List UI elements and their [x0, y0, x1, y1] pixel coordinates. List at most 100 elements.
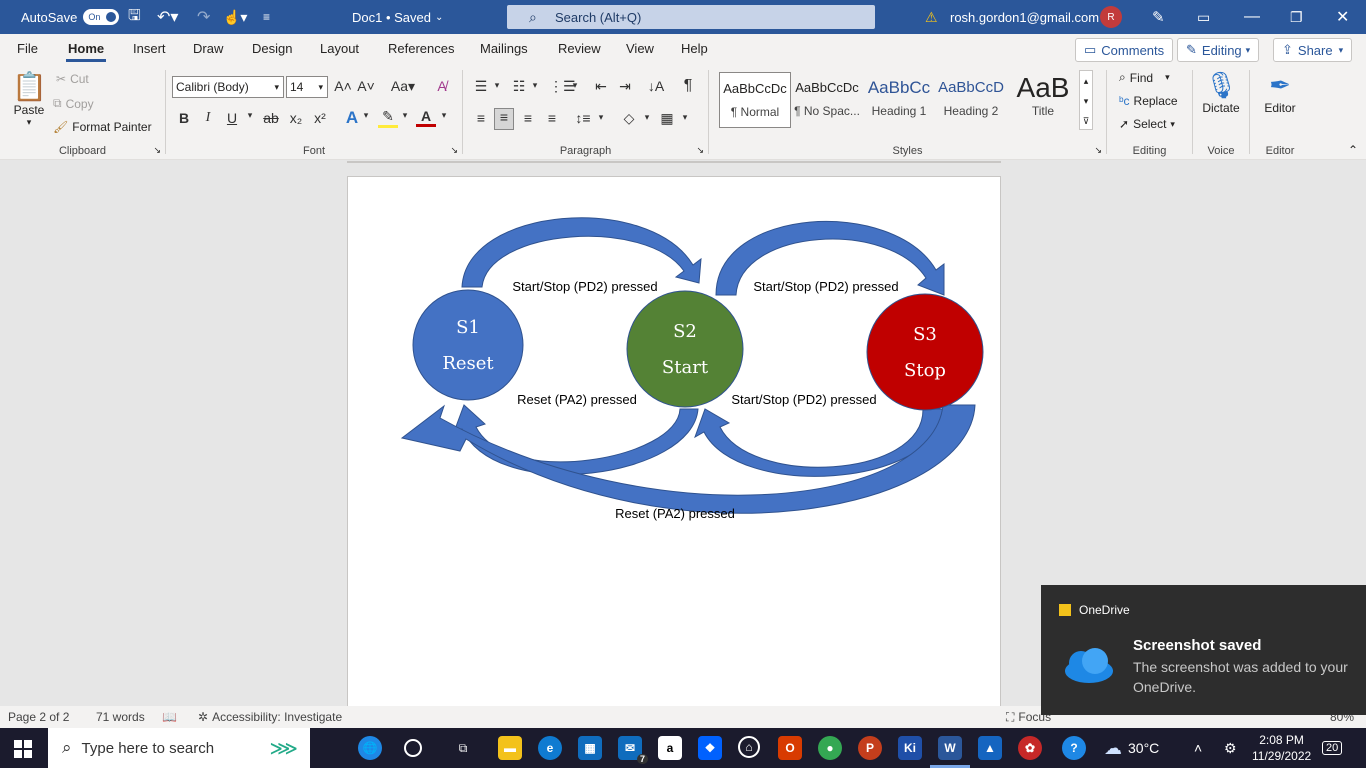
photos-icon[interactable]: ▲: [978, 736, 1002, 760]
collapse-ribbon-icon[interactable]: ⌃: [1348, 143, 1358, 157]
style-no-spacing[interactable]: AaBbCcDc ¶ No Spac...: [791, 72, 863, 128]
proofing-icon[interactable]: 📖: [162, 706, 177, 728]
undo-icon[interactable]: ↶▾: [157, 0, 178, 34]
styles-gallery-scroll[interactable]: ▴ ▾ ⊽: [1079, 70, 1093, 130]
office-icon[interactable]: O: [778, 736, 802, 760]
increase-indent-icon[interactable]: ⇥: [615, 78, 635, 95]
tab-references[interactable]: References: [388, 34, 454, 64]
onedrive-notification[interactable]: OneDrive Screenshot saved The screenshot…: [1041, 585, 1366, 715]
cortana-icon[interactable]: [404, 739, 422, 757]
ribbon-display-icon[interactable]: ▭: [1197, 0, 1210, 34]
tab-view[interactable]: View: [626, 34, 654, 64]
bold-icon[interactable]: B: [174, 110, 194, 126]
chevron-down-icon[interactable]: ▾: [525, 80, 545, 91]
help-icon[interactable]: ?: [1062, 736, 1086, 760]
kicad-icon[interactable]: Ki: [898, 736, 922, 760]
restore-icon[interactable]: ❐: [1290, 0, 1303, 34]
chevron-down-icon[interactable]: ▾: [637, 112, 657, 123]
comments-button[interactable]: ▭ Comments: [1075, 38, 1174, 62]
accessibility-status[interactable]: ✲ Accessibility: Investigate: [198, 706, 342, 728]
powerpoint-icon[interactable]: P: [858, 736, 882, 760]
replace-button[interactable]: ᵇc Replace: [1119, 94, 1178, 108]
tab-design[interactable]: Design: [252, 34, 292, 64]
account-email[interactable]: rosh.gordon1@gmail.com: [950, 0, 1099, 34]
store-icon[interactable]: ▦: [578, 736, 602, 760]
find-button[interactable]: ⌕ Find ▾: [1119, 70, 1170, 85]
strikethrough-icon[interactable]: ab: [261, 110, 281, 126]
notification-center-icon[interactable]: 20: [1322, 728, 1343, 768]
redo-icon[interactable]: ↷: [197, 0, 210, 34]
edge-icon[interactable]: e: [538, 736, 562, 760]
italic-icon[interactable]: I: [198, 110, 218, 126]
chrome-icon[interactable]: ●: [818, 736, 842, 760]
more-styles-icon[interactable]: ⊽: [1080, 111, 1092, 131]
arrow-s2-to-s1[interactable]: [453, 404, 699, 475]
tab-insert[interactable]: Insert: [133, 34, 166, 64]
tab-review[interactable]: Review: [558, 34, 601, 64]
chevron-down-icon[interactable]: ▾: [591, 112, 611, 123]
sort-icon[interactable]: ↓A: [646, 78, 666, 94]
designer-pen-icon[interactable]: ✎: [1152, 0, 1165, 34]
style-heading-1[interactable]: AaBbCc Heading 1: [863, 72, 935, 128]
dialog-launcher-icon[interactable]: ↘: [696, 145, 704, 156]
dictate-button[interactable]: 🎙 Dictate: [1193, 70, 1249, 115]
change-case-button[interactable]: Aa▾: [388, 78, 418, 95]
autosave-toggle[interactable]: On: [83, 9, 120, 25]
amazon-icon[interactable]: a: [658, 736, 682, 760]
autosave[interactable]: AutoSave On: [21, 0, 120, 34]
justify-icon[interactable]: ≡: [542, 110, 562, 126]
chevron-down-icon[interactable]: ▾: [395, 110, 415, 121]
chevron-down-icon[interactable]: ▾: [675, 112, 695, 123]
font-size-select[interactable]: 14 ▾: [286, 76, 328, 98]
chevron-down-icon[interactable]: ▾: [565, 80, 585, 91]
shrink-font-icon[interactable]: A˅: [356, 78, 376, 94]
superscript-icon[interactable]: x²: [310, 110, 330, 126]
style-normal[interactable]: AaBbCcDc ¶ Normal: [719, 72, 791, 128]
subscript-icon[interactable]: x₂: [286, 110, 306, 126]
chevron-down-icon[interactable]: ▾: [434, 110, 454, 121]
align-right-icon[interactable]: ≡: [518, 110, 538, 126]
tab-home[interactable]: Home: [65, 34, 107, 64]
style-title[interactable]: AaB Title: [1007, 72, 1079, 128]
chevron-down-icon[interactable]: ▾: [356, 110, 376, 121]
select-button[interactable]: ➚ Select ▾: [1119, 117, 1175, 131]
windows-start-icon[interactable]: [14, 740, 32, 758]
file-explorer-icon[interactable]: ▬: [498, 736, 522, 760]
share-button[interactable]: ⇪ Share ▾: [1273, 38, 1353, 62]
close-icon[interactable]: ✕: [1336, 0, 1349, 34]
touch-mode-icon[interactable]: ☝▾: [223, 0, 247, 34]
font-family-select[interactable]: Calibri (Body) ▾: [172, 76, 284, 98]
line-spacing-icon[interactable]: ↕≡: [573, 110, 593, 126]
task-view-icon[interactable]: ⧉: [451, 736, 475, 760]
align-left-icon[interactable]: ≡: [471, 110, 491, 126]
font-color-icon[interactable]: A: [416, 108, 436, 127]
word-count[interactable]: 71 words: [96, 706, 145, 728]
clear-formatting-icon[interactable]: A̸: [432, 78, 452, 94]
dropbox-icon[interactable]: ❖: [698, 736, 722, 760]
state-diagram[interactable]: S1 Reset S2 Start S3 Stop Start/Stop (PD2) pr…: [348, 177, 1002, 717]
arrow-s1-to-s2[interactable]: [461, 217, 702, 288]
tab-layout[interactable]: Layout: [320, 34, 359, 64]
format-painter-button[interactable]: 🖌 Format Painter: [53, 120, 152, 134]
cut-button[interactable]: ✂ Cut: [56, 72, 89, 86]
weather-widget[interactable]: ☁ 30°C: [1104, 728, 1159, 768]
tab-help[interactable]: Help: [681, 34, 708, 64]
warning-icon[interactable]: ⚠: [925, 0, 938, 34]
mail-icon[interactable]: ✉ 7: [618, 736, 648, 764]
state-s2[interactable]: S2 Start: [626, 290, 744, 408]
minimize-icon[interactable]: —: [1244, 0, 1260, 34]
save-icon[interactable]: 🖫: [128, 0, 141, 34]
pilcrow-icon[interactable]: ¶: [678, 77, 698, 95]
taskbar-search-input[interactable]: ⌕ Type here to search ⋙: [48, 728, 310, 768]
scroll-up-icon[interactable]: ▴: [1080, 71, 1092, 91]
word-icon[interactable]: W: [938, 736, 962, 760]
grow-font-icon[interactable]: A˄: [333, 78, 353, 94]
dialog-launcher-icon[interactable]: ↘: [450, 145, 458, 156]
chevron-down-icon[interactable]: ▾: [240, 110, 260, 121]
scroll-down-icon[interactable]: ▾: [1080, 91, 1092, 111]
state-s1[interactable]: S1 Reset: [412, 289, 524, 401]
account-avatar[interactable]: R: [1100, 0, 1122, 34]
document-title[interactable]: Doc1 • Saved ⌄: [352, 0, 443, 34]
network-icon[interactable]: ⚙: [1224, 728, 1237, 768]
borders-icon[interactable]: ▦: [657, 110, 677, 127]
